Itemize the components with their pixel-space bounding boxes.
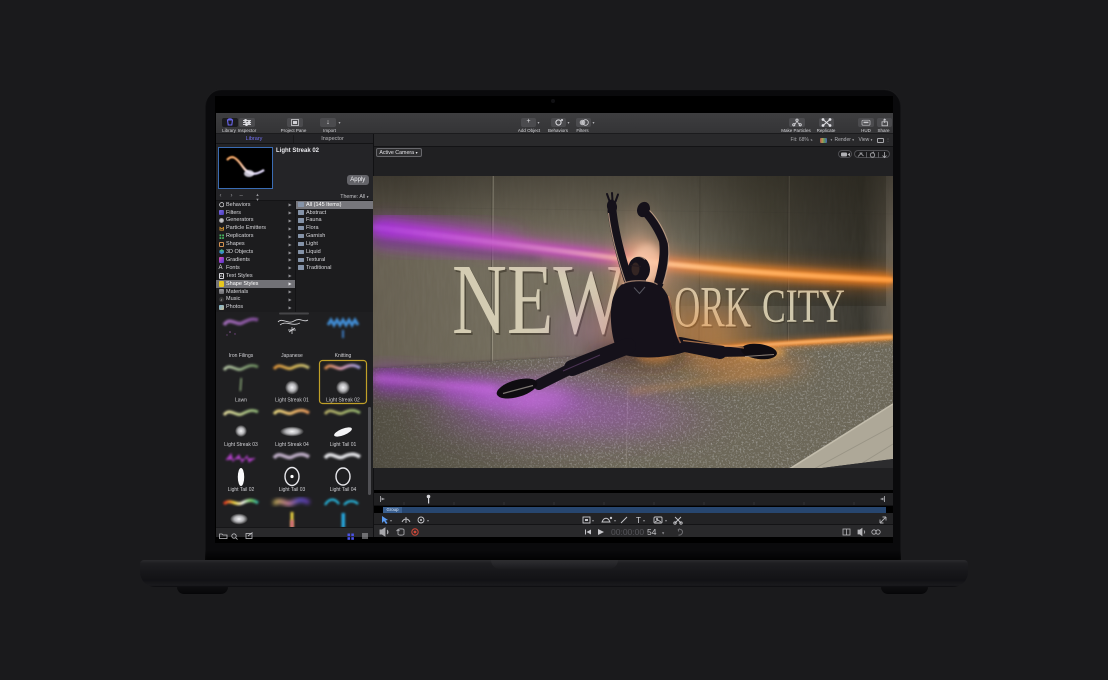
svg-text:▾: ▾ — [592, 518, 594, 523]
svg-text:Light Tail 03: Light Tail 03 — [278, 487, 305, 493]
svg-text:Iron Filings: Iron Filings — [228, 353, 253, 359]
svg-text:Knitting: Knitting — [334, 353, 351, 359]
svg-text:▾: ▾ — [662, 531, 665, 536]
svg-text:Lawn: Lawn — [235, 397, 247, 403]
svg-text:Light Streak 01: Light Streak 01 — [275, 397, 309, 403]
svg-text:Light Tail 02: Light Tail 02 — [227, 487, 254, 493]
svg-text:▾: ▾ — [390, 518, 392, 523]
svg-text:00:00:00: 00:00:00 — [611, 527, 644, 537]
svg-text:T: T — [636, 516, 641, 525]
svg-text:Japanese: Japanese — [281, 353, 303, 359]
svg-text:Light Streak 03: Light Streak 03 — [224, 442, 258, 448]
svg-text:Light Streak 04: Light Streak 04 — [275, 442, 309, 448]
svg-text:54: 54 — [647, 527, 657, 537]
svg-text:Light Tail 04: Light Tail 04 — [329, 487, 356, 493]
svg-text:▾: ▾ — [643, 518, 645, 523]
svg-text:Light Streak 02: Light Streak 02 — [326, 397, 360, 403]
svg-text:▾: ▾ — [427, 518, 429, 523]
svg-text:CITY: CITY — [762, 280, 845, 333]
svg-text:▾: ▾ — [665, 518, 667, 523]
svg-text:Light Tail 01: Light Tail 01 — [329, 442, 356, 448]
svg-text:▾: ▾ — [614, 518, 616, 523]
